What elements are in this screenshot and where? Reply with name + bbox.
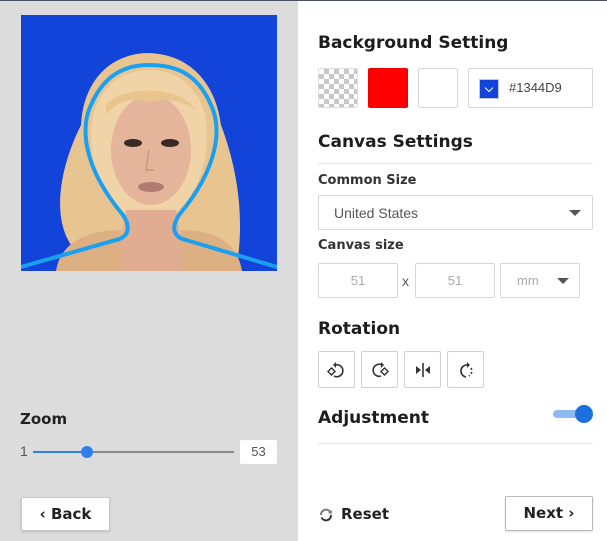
rotation-title: Rotation bbox=[318, 319, 401, 339]
adjustment-title: Adjustment bbox=[318, 408, 429, 428]
zoom-slider-fill bbox=[33, 451, 88, 453]
common-size-value: United States bbox=[334, 205, 419, 221]
custom-color-hex: #1344D9 bbox=[509, 80, 562, 95]
canvas-width-input[interactable]: 51 bbox=[318, 263, 398, 298]
divider bbox=[318, 163, 593, 164]
size-separator: x bbox=[402, 273, 409, 289]
refresh-icon bbox=[320, 508, 332, 522]
background-setting-title: Background Setting bbox=[318, 33, 509, 53]
zoom-label: Zoom bbox=[20, 410, 68, 428]
divider bbox=[318, 443, 593, 444]
canvas-height-input[interactable]: 51 bbox=[415, 263, 495, 298]
next-button[interactable]: Next › bbox=[505, 496, 593, 531]
caret-down-icon bbox=[569, 210, 581, 216]
common-size-label: Common Size bbox=[318, 173, 417, 188]
zoom-slider-thumb[interactable] bbox=[81, 446, 94, 458]
canvas-settings-title: Canvas Settings bbox=[318, 132, 473, 152]
flip-horizontal-button[interactable] bbox=[404, 351, 441, 388]
rotate-left-icon bbox=[327, 362, 344, 378]
canvas-size-label: Canvas size bbox=[318, 238, 404, 253]
custom-color-picker[interactable]: #1344D9 bbox=[468, 68, 593, 108]
zoom-slider[interactable] bbox=[33, 446, 234, 458]
reset-label: Reset bbox=[341, 505, 389, 523]
rotate-left-button[interactable] bbox=[318, 351, 355, 388]
rotate-right-button[interactable] bbox=[361, 351, 398, 388]
rotate-custom-icon bbox=[460, 362, 473, 378]
zoom-value-input[interactable]: 53 bbox=[240, 440, 277, 464]
portrait-image bbox=[21, 53, 277, 271]
common-size-select[interactable]: United States bbox=[318, 195, 593, 230]
swatch-red[interactable] bbox=[368, 68, 408, 108]
toggle-knob bbox=[575, 405, 593, 423]
swatch-transparent[interactable] bbox=[318, 68, 358, 108]
caret-down-icon bbox=[557, 278, 569, 284]
rotate-custom-button[interactable] bbox=[447, 351, 484, 388]
unit-value: mm bbox=[517, 273, 539, 288]
adjustment-toggle[interactable] bbox=[553, 404, 593, 424]
photo-preview bbox=[21, 15, 277, 271]
preview-panel: Zoom 1 53 ‹ Back bbox=[0, 1, 298, 541]
back-button[interactable]: ‹ Back bbox=[21, 497, 110, 531]
swatch-white[interactable] bbox=[418, 68, 458, 108]
settings-panel: Background Setting #1344D9 Canvas Settin… bbox=[298, 1, 607, 541]
zoom-min-label: 1 bbox=[20, 443, 28, 459]
unit-select[interactable]: mm bbox=[500, 263, 580, 298]
rotate-right-icon bbox=[372, 362, 390, 378]
color-chip-dropdown-icon[interactable] bbox=[479, 79, 499, 99]
flip-horizontal-icon bbox=[416, 363, 430, 377]
